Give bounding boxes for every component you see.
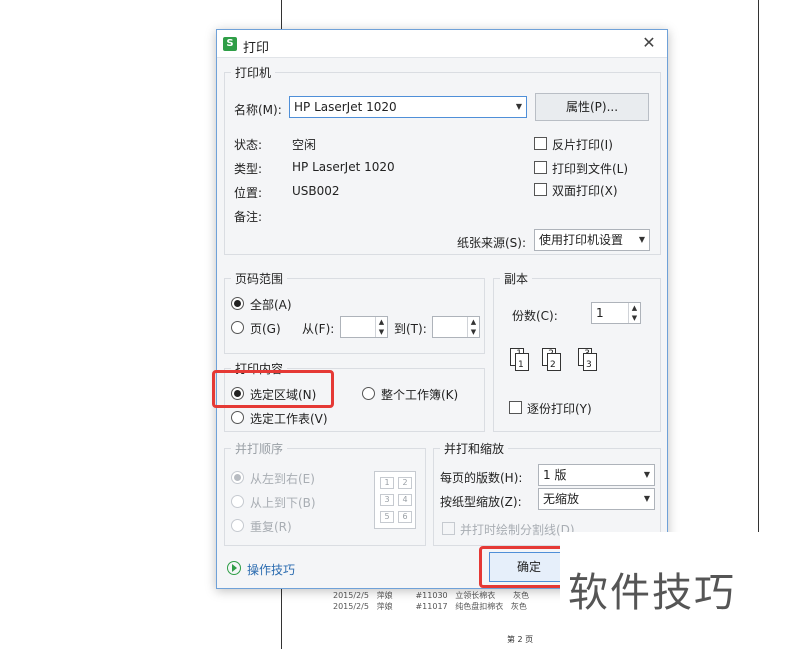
location-label: 位置:: [234, 186, 263, 200]
copies-title: 副本: [500, 270, 533, 287]
collate-order-title: 并打顺序: [231, 440, 288, 457]
range-all-radio[interactable]: [231, 297, 244, 310]
tips-link[interactable]: 操作技巧: [247, 561, 295, 578]
paper-source-label: 纸张来源(S):: [457, 236, 527, 250]
chevron-down-icon: ▼: [515, 102, 522, 111]
sheet-label[interactable]: 选定工作表(V): [250, 410, 328, 427]
printer-name-value: HP LaserJet 1020: [294, 100, 397, 114]
document-row: 2015/2/5 萍娘 #11017 纯色盘扣棉衣 灰色: [333, 602, 527, 611]
repeat-radio[interactable]: [231, 519, 244, 532]
type-label: 类型:: [234, 162, 263, 176]
mirror-print-label[interactable]: 反片打印(I): [552, 136, 613, 153]
scale-label: 按纸型缩放(Z):: [440, 495, 522, 509]
copies-count-label: 份数(C):: [512, 309, 558, 323]
spin-arrows-icon[interactable]: ▲ ▼: [467, 317, 479, 337]
duplex-checkbox[interactable]: [534, 183, 547, 196]
spin-arrows-icon[interactable]: ▲ ▼: [375, 317, 387, 337]
collate-pages-icon: 2 2: [542, 348, 562, 372]
paper-source-value: 使用打印机设置: [539, 233, 624, 247]
status-value: 空闲: [292, 138, 317, 152]
location-value: USB002: [292, 184, 340, 198]
watermark-text: 软件技巧: [568, 570, 736, 616]
document-row: 2015/2/5 萍娘 #11030 立领长棉衣 灰色: [333, 591, 530, 600]
from-page-input[interactable]: ▲ ▼: [340, 316, 388, 338]
collate-checkbox[interactable]: [509, 401, 522, 414]
highlight-ok: [479, 546, 569, 588]
mirror-print-checkbox[interactable]: [534, 137, 547, 150]
range-pages-label[interactable]: 页(G): [250, 320, 281, 337]
type-value: HP LaserJet 1020: [292, 160, 395, 174]
draw-lines-checkbox[interactable]: [442, 522, 455, 535]
top-bottom-radio[interactable]: [231, 495, 244, 508]
pages-per-sheet-select[interactable]: 1 版 ▼: [538, 464, 655, 486]
scale-value: 无缩放: [543, 492, 580, 506]
printer-name-label: 名称(M):: [234, 103, 282, 117]
copies-count-value: 1: [596, 306, 604, 320]
range-all-label[interactable]: 全部(A): [250, 296, 292, 313]
play-circle-icon[interactable]: [227, 561, 241, 575]
print-dialog: S 打印 ✕ 打印机 名称(M): HP LaserJet 1020 ▼ 属性(…: [216, 29, 668, 589]
printer-group-title: 打印机: [231, 64, 276, 81]
collate-order-grid-icon: 1 2 3 4 5 6: [374, 471, 416, 529]
title-bar: S 打印 ✕: [217, 30, 667, 58]
to-label: 到(T):: [394, 322, 427, 336]
collate-label[interactable]: 逐份打印(Y): [527, 400, 592, 417]
chevron-down-icon: ▼: [638, 235, 645, 244]
dialog-title: 打印: [243, 41, 270, 56]
range-pages-radio[interactable]: [231, 321, 244, 334]
close-icon[interactable]: ✕: [641, 35, 657, 51]
draw-lines-label[interactable]: 并打时绘制分割线(D): [460, 521, 575, 538]
printer-properties-button[interactable]: 属性(P)...: [535, 93, 649, 121]
printer-name-select[interactable]: HP LaserJet 1020 ▼: [289, 96, 527, 118]
left-right-radio[interactable]: [231, 471, 244, 484]
workbook-radio[interactable]: [362, 387, 375, 400]
collate-pages-icon: 3 3: [578, 348, 598, 372]
print-to-file-label[interactable]: 打印到文件(L): [552, 160, 628, 177]
spin-arrows-icon[interactable]: ▲ ▼: [628, 303, 640, 323]
collate-pages-icon: 1 1: [510, 348, 530, 372]
print-to-file-checkbox[interactable]: [534, 161, 547, 174]
page-number: 第 2 页: [507, 635, 534, 644]
chevron-down-icon: ▼: [643, 494, 650, 503]
scale-select[interactable]: 无缩放 ▼: [538, 488, 655, 510]
status-label: 状态:: [234, 138, 263, 152]
top-bottom-label[interactable]: 从上到下(B): [250, 494, 316, 511]
workbook-label[interactable]: 整个工作簿(K): [381, 386, 458, 403]
copies-count-input[interactable]: 1 ▲ ▼: [591, 302, 641, 324]
paper-source-select[interactable]: 使用打印机设置 ▼: [534, 229, 650, 251]
zoom-title: 并打和缩放: [440, 440, 509, 457]
left-right-label[interactable]: 从左到右(E): [250, 470, 315, 487]
repeat-label[interactable]: 重复(R): [250, 518, 292, 535]
chevron-down-icon: ▼: [643, 470, 650, 479]
from-label: 从(F):: [302, 322, 335, 336]
highlight-selection: [212, 370, 334, 408]
duplex-label[interactable]: 双面打印(X): [552, 182, 618, 199]
sheet-radio[interactable]: [231, 411, 244, 424]
comment-label: 备注:: [234, 210, 263, 224]
to-page-input[interactable]: ▲ ▼: [432, 316, 480, 338]
wps-app-icon: S: [223, 37, 237, 51]
page-range-title: 页码范围: [231, 270, 288, 287]
pages-per-sheet-label: 每页的版数(H):: [440, 471, 523, 485]
pages-per-sheet-value: 1 版: [543, 468, 567, 482]
